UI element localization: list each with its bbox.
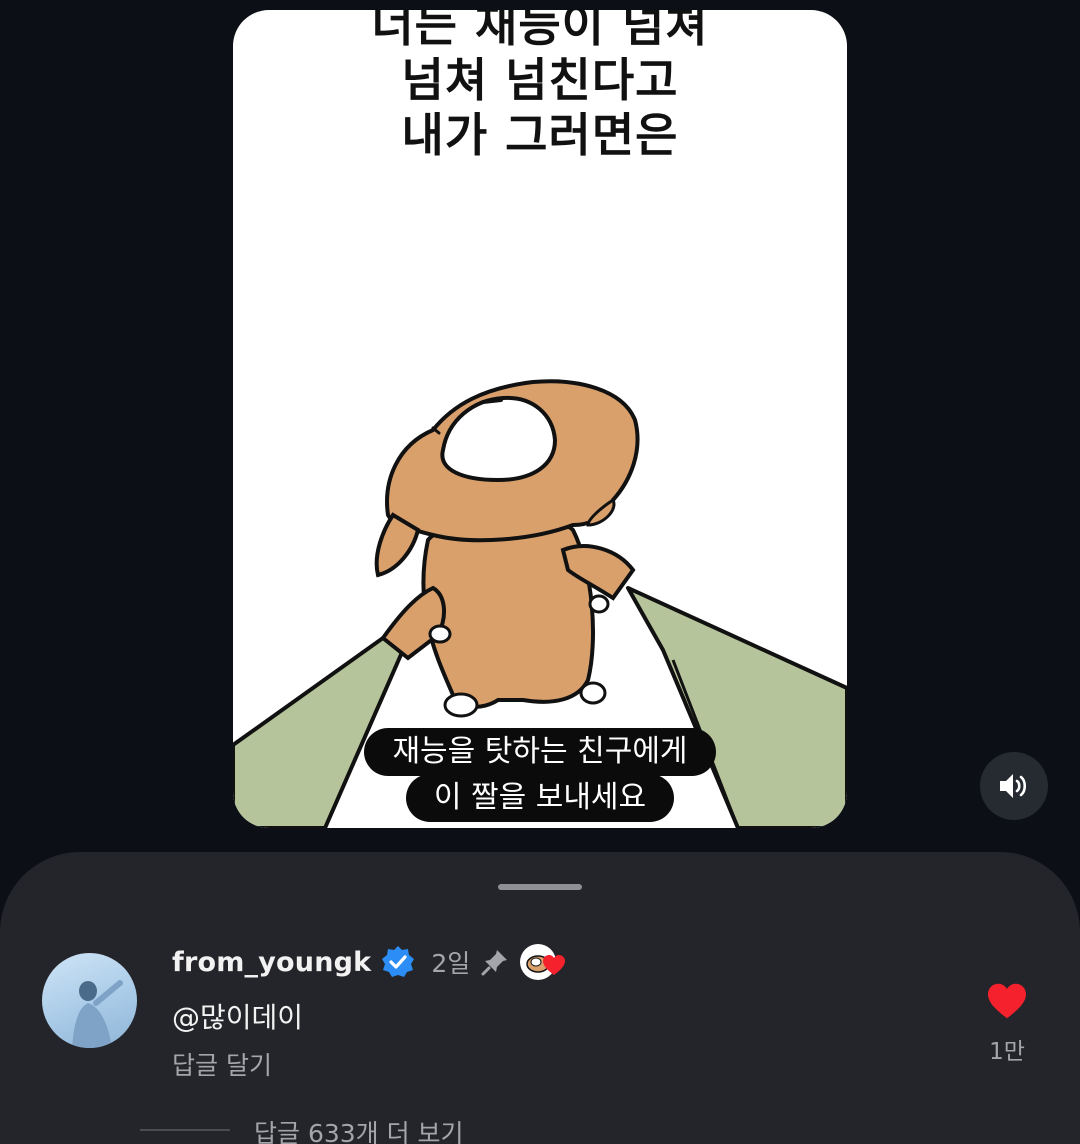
- view-more-replies-button[interactable]: 답글 633개 더 보기: [254, 1114, 464, 1144]
- replies-divider: [140, 1129, 230, 1131]
- comment-text: @많이데이: [172, 1001, 304, 1034]
- comment-username[interactable]: from_youngk: [172, 947, 371, 978]
- verified-badge-icon: [382, 946, 415, 977]
- video-player[interactable]: 너는 재능이 넘쳐 넘쳐 넘친다고 내가 그러면은 재능을 탓하는 친구에게 이…: [233, 10, 847, 828]
- sheet-grab-handle[interactable]: [498, 884, 582, 890]
- comment-time: 2일: [431, 949, 471, 978]
- caption-line: 넘쳐 넘친다고: [401, 53, 679, 107]
- speaker-icon: [1000, 774, 1027, 798]
- caption-line: 내가 그러면은: [401, 108, 679, 162]
- avatar[interactable]: [42, 953, 137, 1048]
- like-heart-icon[interactable]: [986, 982, 1028, 1020]
- video-subtitle: 재능을 탓하는 친구에게 이 짤을 보내세요: [233, 728, 847, 822]
- caption-line: 너는 재능이 넘쳐: [371, 10, 709, 52]
- avatar-image: [72, 980, 123, 1048]
- reels-screen: 너는 재능이 넘쳐 넘쳐 넘친다고 내가 그러면은 재능을 탓하는 친구에게 이…: [0, 0, 1080, 1144]
- comment-like: 1만: [980, 982, 1034, 1066]
- video-caption: 너는 재능이 넘쳐 넘쳐 넘친다고 내가 그러면은: [233, 10, 847, 163]
- subtitle-line: 이 짤을 보내세요: [405, 774, 675, 822]
- reply-button[interactable]: 답글 달기: [172, 1046, 272, 1082]
- comments-sheet: from_youngk 2일 @많이데이 답글 달기 1만 답글 633개 더 …: [0, 852, 1080, 1144]
- creator-liked-badge: [520, 942, 566, 982]
- like-count: 1만: [989, 1039, 1025, 1065]
- heart-icon: [543, 955, 566, 975]
- comment-header: from_youngk 2일: [172, 940, 566, 984]
- pin-icon: [481, 950, 508, 976]
- volume-button[interactable]: [980, 752, 1048, 820]
- subtitle-line: 재능을 탓하는 친구에게: [364, 728, 716, 776]
